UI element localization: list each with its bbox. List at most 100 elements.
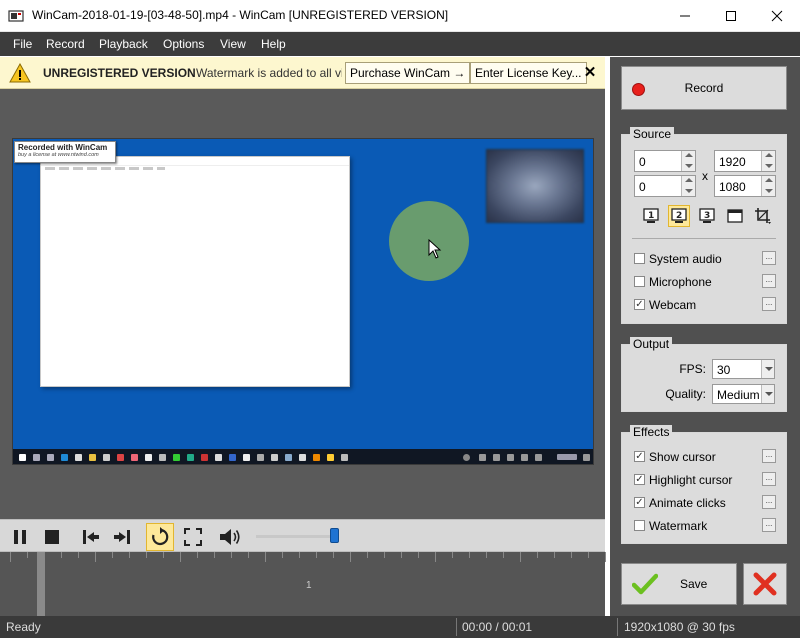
menu-file[interactable]: File [7, 32, 38, 56]
menu-playback[interactable]: Playback [93, 32, 154, 56]
timeline-tick [214, 552, 215, 558]
stop-button[interactable] [38, 523, 66, 551]
svg-text:2: 2 [676, 211, 682, 221]
timeline-playhead[interactable] [37, 552, 45, 616]
volume-button[interactable] [216, 523, 244, 551]
watermark-checkbox[interactable] [634, 520, 645, 531]
source-height-input[interactable]: 1080 [714, 175, 776, 197]
animate-clicks-label: Animate clicks [649, 496, 726, 510]
source-width-input[interactable]: 1920 [714, 150, 776, 172]
source-height-value: 1080 [719, 180, 746, 194]
timeline-tick [61, 552, 62, 558]
crop-region-icon [755, 208, 771, 224]
recorded-taskbar [13, 449, 593, 464]
timeline-tick [146, 552, 147, 558]
quality-label: Quality: [665, 387, 706, 401]
timeline-tick [367, 552, 368, 558]
webcam-row: ✓ Webcam ... [634, 296, 778, 314]
discard-button[interactable] [743, 563, 787, 605]
title-bar: WinCam-2018-01-19-[03-48-50].mp4 - WinCa… [0, 0, 800, 32]
system-audio-checkbox[interactable] [634, 253, 645, 264]
fps-label: FPS: [679, 362, 706, 376]
go-to-start-button[interactable] [77, 523, 105, 551]
quality-select[interactable]: Medium [712, 384, 775, 404]
spinner-arrows-icon[interactable] [681, 176, 695, 196]
notification-icon [583, 454, 590, 461]
watermark-subtitle: buy a license at www.ntwind.com [18, 152, 99, 158]
volume-slider-thumb[interactable] [329, 528, 339, 543]
monitor-3-button[interactable]: 3 [696, 205, 718, 227]
webcam-checkbox[interactable]: ✓ [634, 299, 645, 310]
minimize-icon [680, 15, 690, 17]
timeline-tick [282, 552, 283, 558]
save-button[interactable]: Save [621, 563, 737, 605]
close-window-button[interactable] [754, 0, 800, 32]
show-cursor-checkbox[interactable]: ✓ [634, 451, 645, 462]
timeline[interactable]: 1 [0, 552, 606, 616]
timeline-tick [197, 552, 198, 558]
timeline-tick [350, 552, 351, 562]
fullscreen-button[interactable] [179, 523, 207, 551]
microphone-checkbox[interactable] [634, 276, 645, 287]
region-capture-button[interactable] [752, 205, 774, 227]
windows-start-icon [19, 454, 26, 461]
record-button[interactable]: Record [621, 66, 787, 110]
source-y-input[interactable]: 0 [634, 175, 696, 197]
source-mode-toolbar: 1 2 3 [640, 205, 780, 227]
taskbar-app-icon [145, 454, 152, 461]
highlight-cursor-settings-button[interactable]: ... [762, 472, 776, 486]
window-capture-button[interactable] [724, 205, 746, 227]
explorer-icon [89, 454, 96, 461]
menu-options[interactable]: Options [157, 32, 210, 56]
timeline-tick [401, 552, 402, 558]
go-to-end-button[interactable] [108, 523, 136, 551]
animate-clicks-checkbox[interactable]: ✓ [634, 497, 645, 508]
source-x-input[interactable]: 0 [634, 150, 696, 172]
save-button-label: Save [680, 577, 708, 591]
menu-record[interactable]: Record [40, 32, 91, 56]
skip-to-end-icon [114, 530, 130, 544]
close-icon [771, 10, 783, 22]
timeline-tick [265, 552, 266, 562]
taskbar-app-icon [187, 454, 194, 461]
video-preview[interactable]: Recorded with WinCam buy a license at ww… [12, 138, 594, 465]
menu-view[interactable]: View [214, 32, 252, 56]
animate-clicks-settings-button[interactable]: ... [762, 495, 776, 509]
source-divider [632, 238, 776, 239]
spinner-arrows-icon[interactable] [681, 151, 695, 171]
effects-group-title: Effects [630, 425, 673, 439]
webcam-settings-button[interactable]: ... [762, 297, 776, 311]
status-time: 00:00 / 00:01 [462, 620, 533, 634]
watermark-title: Recorded with WinCam [18, 143, 108, 152]
taskbar-app-icon [131, 454, 138, 461]
window-title: WinCam-2018-01-19-[03-48-50].mp4 - WinCa… [32, 8, 449, 22]
animate-clicks-row: ✓ Animate clicks ... [634, 494, 778, 512]
skip-to-start-icon [83, 530, 99, 544]
spinner-arrows-icon[interactable] [761, 151, 775, 171]
system-audio-settings-button[interactable]: ... [762, 251, 776, 265]
menu-help[interactable]: Help [255, 32, 292, 56]
taskbar-app-icon [313, 454, 320, 461]
spinner-arrows-icon[interactable] [761, 176, 775, 196]
monitor-1-button[interactable]: 1 [640, 205, 662, 227]
microphone-settings-button[interactable]: ... [762, 274, 776, 288]
watermark-settings-button[interactable]: ... [762, 518, 776, 532]
show-cursor-settings-button[interactable]: ... [762, 449, 776, 463]
purchase-button[interactable]: Purchase WinCam → [345, 62, 471, 84]
maximize-button[interactable] [708, 0, 754, 32]
highlight-cursor-checkbox[interactable]: ✓ [634, 474, 645, 485]
timeline-tick [163, 552, 164, 558]
loop-toggle-button[interactable] [146, 523, 174, 551]
timeline-tick [520, 552, 521, 562]
minimize-button[interactable] [662, 0, 708, 32]
enter-license-key-button[interactable]: Enter License Key... [470, 62, 587, 84]
monitor-2-button[interactable]: 2 [668, 205, 690, 227]
source-width-value: 1920 [719, 155, 746, 169]
status-ready: Ready [6, 620, 41, 634]
pause-button[interactable] [6, 523, 34, 551]
player-controls [0, 519, 605, 552]
close-notice-button[interactable]: ✕ [581, 64, 599, 82]
volume-slider-fill [256, 535, 334, 538]
timeline-tick [588, 552, 589, 558]
fps-select[interactable]: 30 [712, 359, 775, 379]
